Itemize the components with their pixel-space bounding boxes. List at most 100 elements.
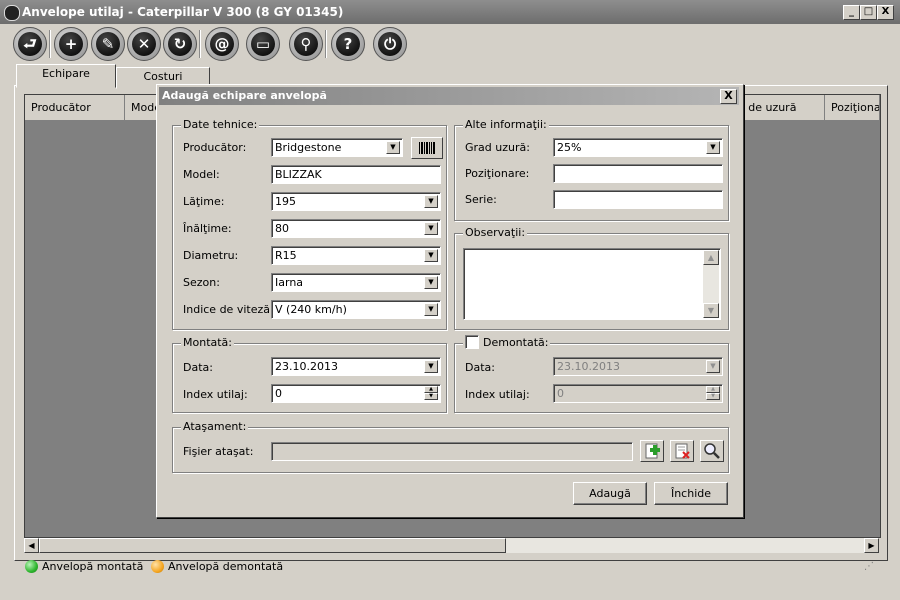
producer-select[interactable]: Bridgestone ▼ [271,138,403,157]
mounted-legend-label: Anvelopă montată [42,560,144,573]
chevron-down-icon[interactable]: ▼ [424,360,438,373]
refresh-button[interactable]: ↻ [163,27,197,61]
add-button[interactable]: Adaugă [573,482,647,505]
season-label: Sezon: [183,276,220,289]
unmounted-index-label: Index utilaj: [465,388,530,401]
maximize-button[interactable]: □ [860,5,877,20]
speed-index-label: Indice de viteză: [183,303,274,316]
attachment-title: Ataşament: [181,420,249,433]
minimize-button[interactable]: _ [843,5,860,20]
chevron-down-icon[interactable]: ▼ [424,195,438,208]
stepper-up-icon[interactable]: ▲ [424,386,438,393]
position-input[interactable] [553,164,723,183]
chevron-down-icon[interactable]: ▼ [706,360,720,373]
attachment-group: Ataşament: Fişier ataşat: [172,420,729,473]
position-label: Poziţionare: [465,167,530,180]
speed-index-select[interactable]: V (240 km/h) ▼ [271,300,441,319]
chevron-down-icon[interactable]: ▼ [424,222,438,235]
unmounted-date-value: 23.10.2013 [557,360,620,373]
barcode-button[interactable] [411,137,443,159]
notes-group: Observaţii: ▲ ▼ [454,226,729,330]
remove-file-icon [675,443,690,459]
wear-select[interactable]: 25% ▼ [553,138,723,157]
chevron-down-icon[interactable]: ▼ [706,141,720,154]
delete-button[interactable]: ✕ [127,27,161,61]
close-window-button[interactable]: X [877,5,894,20]
scroll-down-button[interactable]: ▼ [703,303,719,318]
unmounted-title: Demontată: [483,336,549,349]
unmounted-checkbox[interactable] [465,335,479,349]
wear-label: Grad uzură: [465,141,530,154]
dialog-titlebar: Adaugă echipare anvelopă X [159,87,739,105]
chevron-down-icon[interactable]: ▼ [424,249,438,262]
edit-icon: ✎ [96,32,120,56]
unmounted-legend-label: Anvelopă demontată [168,560,284,573]
serial-input[interactable] [553,190,723,209]
tab-echipare[interactable]: Echipare [16,64,116,88]
stepper-down-icon[interactable]: ▼ [706,393,720,400]
width-select[interactable]: 195 ▼ [271,192,441,211]
toolbar: ⮐ + ✎ ✕ ↻ @ ▭ ⚲ ? ⏻ [0,24,900,62]
close-button[interactable]: Închide [654,482,728,505]
unmounted-index-stepper[interactable]: 0 ▲ ▼ [553,384,723,403]
window-titlebar: Anvelope utilaj - Caterpillar V 300 (8 G… [0,0,900,24]
diameter-value: R15 [275,249,297,262]
notes-title: Observaţii: [463,226,528,239]
notes-scrollbar[interactable]: ▲ ▼ [703,250,719,318]
window-title: Anvelope utilaj - Caterpillar V 300 (8 G… [22,5,344,19]
scroll-up-button[interactable]: ▲ [703,250,719,265]
email-icon: @ [210,32,234,56]
chevron-down-icon[interactable]: ▼ [386,141,400,154]
chevron-down-icon[interactable]: ▼ [424,276,438,289]
model-input[interactable]: BLIZZAK [271,165,441,184]
mounted-date-picker[interactable]: 23.10.2013 ▼ [271,357,441,376]
stepper-up-icon[interactable]: ▲ [706,386,720,393]
view-attachment-button[interactable] [700,440,724,462]
chevron-down-icon[interactable]: ▼ [424,303,438,316]
horizontal-scrollbar[interactable]: ◀ ▶ [24,538,879,553]
width-value: 195 [275,195,296,208]
diameter-select[interactable]: R15 ▼ [271,246,441,265]
stepper-down-icon[interactable]: ▼ [424,393,438,400]
column-header-position[interactable]: Poziţionar [825,95,880,121]
height-select[interactable]: 80 ▼ [271,219,441,238]
unmounted-index-value: 0 [557,387,564,400]
scroll-left-button[interactable]: ◀ [24,538,39,553]
column-header-producer[interactable]: Producător [25,95,125,121]
help-button[interactable]: ? [331,27,365,61]
add-attachment-button[interactable] [640,440,664,462]
height-value: 80 [275,222,289,235]
other-info-title: Alte informaţii: [463,118,549,131]
power-icon: ⏻ [378,32,402,56]
app-icon [4,5,20,21]
attached-file-label: Fişier ataşat: [183,445,254,458]
model-label: Model: [183,168,220,181]
remove-attachment-button[interactable] [670,440,694,462]
exit-button[interactable]: ⮐ [13,27,47,61]
mounted-index-stepper[interactable]: 0 ▲ ▼ [271,384,441,403]
power-button[interactable]: ⏻ [373,27,407,61]
search-button[interactable]: ⚲ [289,27,323,61]
mounted-group: Montată: Data: 23.10.2013 ▼ Index utilaj:… [172,336,447,413]
resize-grip-icon[interactable]: ⋰ [864,562,876,574]
edit-button[interactable]: ✎ [91,27,125,61]
mounted-date-value: 23.10.2013 [275,360,338,373]
attached-file-input[interactable] [271,442,633,461]
dialog-close-button[interactable]: X [720,89,737,104]
email-button[interactable]: @ [205,27,239,61]
print-button[interactable]: ▭ [246,27,280,61]
add-button[interactable]: + [54,27,88,61]
producer-value: Bridgestone [275,141,342,154]
scroll-right-button[interactable]: ▶ [864,538,879,553]
add-file-icon [645,443,660,459]
add-icon: + [59,32,83,56]
mounted-index-label: Index utilaj: [183,388,248,401]
scrollbar-thumb[interactable] [39,538,506,553]
season-select[interactable]: Iarna ▼ [271,273,441,292]
notes-textarea[interactable]: ▲ ▼ [463,248,721,320]
help-icon: ? [336,32,360,56]
unmounted-legend-dot [151,560,164,573]
unmounted-date-picker[interactable]: 23.10.2013 ▼ [553,357,723,376]
technical-data-group: Date tehnice: Producător: Bridgestone ▼ M… [172,118,447,330]
mounted-title: Montată: [181,336,235,349]
